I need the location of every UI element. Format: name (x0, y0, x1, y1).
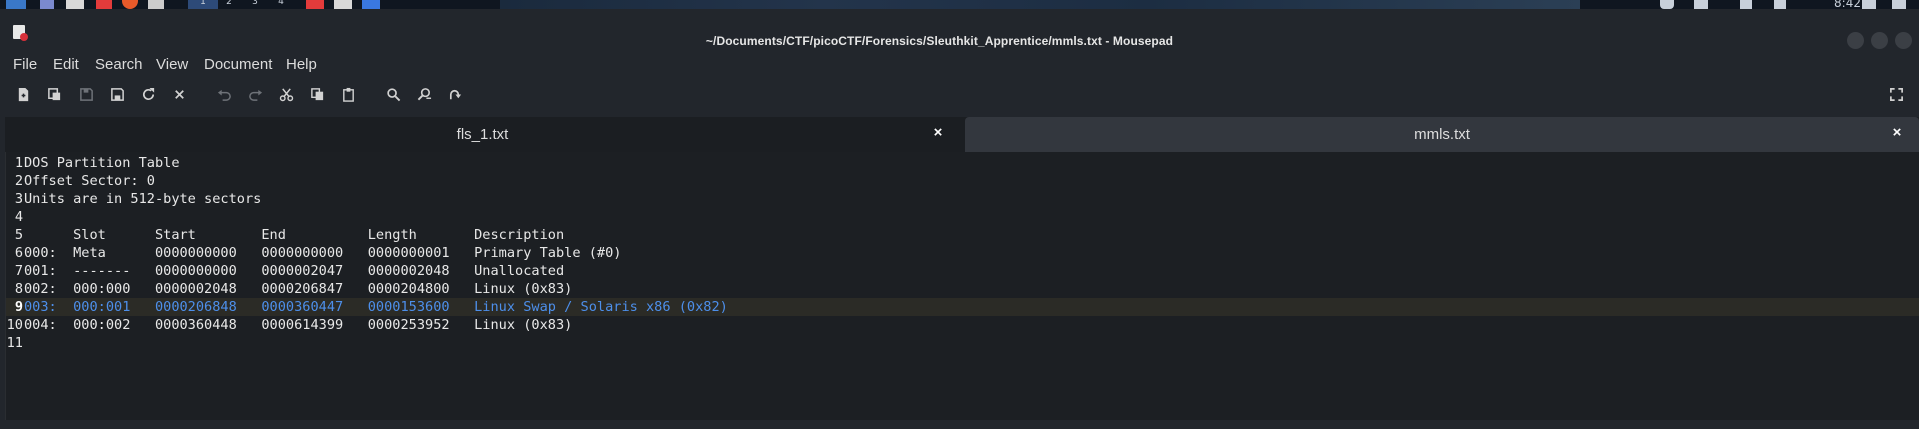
network-icon[interactable] (1660, 0, 1674, 9)
minimize-button[interactable] (1847, 32, 1864, 49)
text-editor[interactable]: 1DOS Partition Table 2Offset Sector: 0 3… (5, 152, 1919, 420)
line-number: 5 (14, 227, 23, 243)
close-icon[interactable] (168, 83, 190, 105)
editor-line: 2Offset Sector: 0 (6, 172, 1919, 190)
find-replace-icon[interactable] (413, 83, 435, 105)
workspace-4[interactable]: 4 (266, 0, 296, 9)
editor-line-current: 9003: 000:001 0000206848 0000360447 0000… (6, 298, 1919, 316)
taskbar-wallpaper (500, 0, 1580, 9)
line-text: 004: 000:002 0000360448 0000614399 00002… (24, 317, 573, 333)
line-text: DOS Partition Table (24, 155, 180, 171)
line-number: 3 (14, 191, 23, 207)
menu-document[interactable]: Document (204, 56, 272, 73)
toolbar (0, 83, 1919, 113)
editor-line: 8002: 000:000 0000002048 0000206847 0000… (6, 280, 1919, 298)
new-window-icon[interactable] (43, 83, 65, 105)
line-number: 4 (14, 209, 23, 225)
new-document-icon[interactable] (12, 83, 34, 105)
tab-close-icon[interactable]: × (929, 124, 947, 144)
editor-line: 5 Slot Start End Length Description (6, 226, 1919, 244)
tab-fls-1[interactable]: fls_1.txt × (5, 117, 960, 152)
battery-icon[interactable] (1774, 0, 1786, 9)
tab-close-icon[interactable]: × (1888, 124, 1906, 144)
clock[interactable]: 8:42 (1834, 0, 1861, 9)
editor-line: 11 (6, 334, 1919, 352)
close-window-button[interactable] (1895, 32, 1912, 49)
maximize-button[interactable] (1871, 32, 1888, 49)
menu-search[interactable]: Search (95, 56, 143, 73)
line-text: 000: Meta 0000000000 0000000000 00000000… (24, 245, 622, 261)
line-text: Slot Start End Length Description (24, 227, 565, 243)
editor-icon[interactable] (96, 0, 112, 9)
terminal-icon[interactable] (66, 0, 84, 9)
files-icon[interactable] (40, 0, 54, 9)
line-text: Units are in 512-byte sectors (24, 191, 262, 207)
selected-text[interactable]: 003: 000:001 0000206848 0000360447 00001… (24, 299, 728, 315)
line-number: 11 (6, 335, 23, 351)
line-number: 1 (14, 155, 23, 171)
reload-icon[interactable] (137, 83, 159, 105)
kali-menu-icon[interactable] (6, 0, 26, 9)
line-number: 6 (14, 245, 23, 261)
editor-line: 1DOS Partition Table (6, 154, 1919, 172)
line-number: 2 (14, 173, 23, 189)
editor-line: 4 (6, 208, 1919, 226)
notification-icon[interactable] (1740, 0, 1752, 9)
save-as-icon[interactable] (106, 83, 128, 105)
editor-line: 3Units are in 512-byte sectors (6, 190, 1919, 208)
taskbar-window[interactable] (362, 0, 380, 9)
copy-icon[interactable] (306, 83, 328, 105)
line-number: 9 (14, 299, 23, 315)
line-number: 7 (14, 263, 23, 279)
volume-icon[interactable] (1694, 0, 1708, 9)
menu-file[interactable]: File (13, 56, 37, 73)
firefox-icon[interactable] (122, 0, 138, 9)
goto-icon[interactable] (444, 83, 466, 105)
cut-icon[interactable] (275, 83, 297, 105)
fullscreen-icon[interactable] (1885, 83, 1907, 105)
editor-line: 7001: ------- 0000000000 0000002047 0000… (6, 262, 1919, 280)
find-icon[interactable] (382, 83, 404, 105)
tab-mmls[interactable]: mmls.txt × (965, 117, 1919, 152)
tab-label: mmls.txt (1414, 126, 1470, 143)
undo-icon[interactable] (213, 83, 235, 105)
taskbar-mousepad-window[interactable] (306, 0, 324, 9)
power-icon[interactable] (1892, 0, 1906, 9)
redo-icon[interactable] (244, 83, 266, 105)
editor-line: 6000: Meta 0000000000 0000000000 0000000… (6, 244, 1919, 262)
tab-label: fls_1.txt (456, 126, 509, 143)
save-icon[interactable] (75, 83, 97, 105)
menu-edit[interactable]: Edit (53, 56, 79, 73)
tab-bar: fls_1.txt × mmls.txt × (5, 117, 1919, 152)
menubar: File Edit Search View Document Help (0, 52, 1919, 78)
line-text: 002: 000:000 0000002048 0000206847 00002… (24, 281, 573, 297)
titlebar[interactable]: ~/Documents/CTF/picoCTF/Forensics/Sleuth… (0, 9, 1919, 51)
editor-line: 10004: 000:002 0000360448 0000614399 000… (6, 316, 1919, 334)
menu-view[interactable]: View (156, 56, 188, 73)
menu-help[interactable]: Help (286, 56, 317, 73)
window-title: ~/Documents/CTF/picoCTF/Forensics/Sleuth… (705, 34, 1174, 48)
app-icon[interactable] (148, 0, 164, 9)
mousepad-window: ~/Documents/CTF/picoCTF/Forensics/Sleuth… (0, 9, 1919, 429)
line-text: Offset Sector: 0 (24, 173, 155, 189)
line-number: 8 (14, 281, 23, 297)
line-text: 001: ------- 0000000000 0000002047 00000… (24, 263, 565, 279)
line-number: 10 (6, 317, 23, 333)
paste-icon[interactable] (337, 83, 359, 105)
taskbar-terminal-window[interactable] (334, 0, 352, 9)
lock-icon[interactable] (1862, 0, 1876, 9)
taskbar: 1 2 3 4 8:42 (0, 0, 1919, 9)
